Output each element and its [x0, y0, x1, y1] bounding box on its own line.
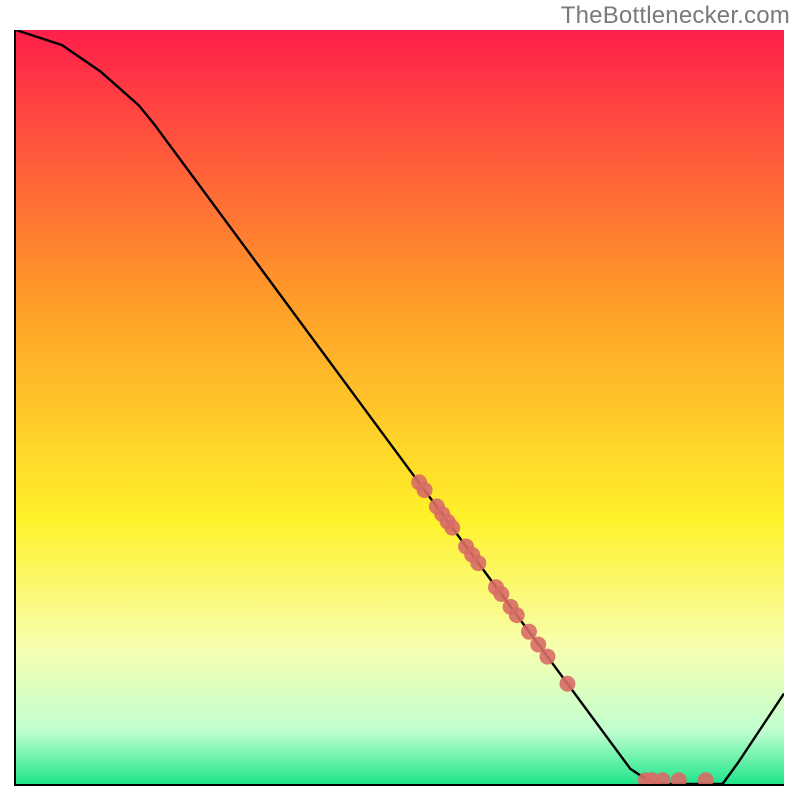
watermark-text: TheBottlenecker.com	[561, 2, 790, 30]
data-point	[493, 586, 509, 602]
data-point	[671, 772, 687, 784]
data-point	[539, 649, 555, 665]
data-point	[698, 772, 714, 784]
plot-svg	[16, 30, 784, 784]
data-point	[559, 676, 575, 692]
data-point	[521, 624, 537, 640]
plot-area	[14, 30, 784, 786]
data-point	[509, 607, 525, 623]
data-point	[444, 520, 460, 536]
data-point	[417, 482, 433, 498]
data-point	[655, 772, 671, 784]
data-point	[470, 555, 486, 571]
chart-canvas: TheBottlenecker.com	[0, 0, 800, 800]
bottleneck-curve	[16, 30, 784, 784]
